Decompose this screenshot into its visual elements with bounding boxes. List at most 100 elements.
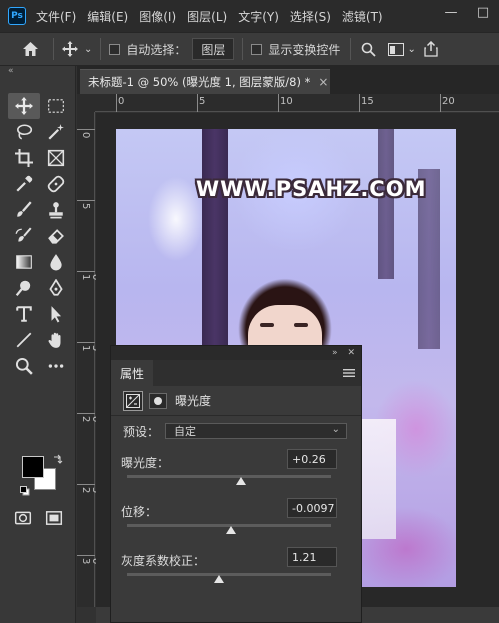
menu-select[interactable]: 选择(S) bbox=[290, 8, 331, 25]
ruler-corner bbox=[77, 94, 95, 112]
exposure-slider-track[interactable] bbox=[127, 475, 331, 478]
document-tab-bar: 未标题-1 @ 50% (曝光度 1, 图层蒙版/8) * × bbox=[77, 66, 499, 94]
menu-layer[interactable]: 图层(L) bbox=[187, 8, 227, 25]
gradient-icon bbox=[16, 255, 32, 269]
gamma-value-field[interactable]: 1.21 bbox=[287, 547, 337, 567]
document-tab-title: 未标题-1 @ 50% (曝光度 1, 图层蒙版/8) * bbox=[88, 75, 311, 89]
offset-value-field[interactable]: -0.0097 bbox=[287, 498, 337, 518]
zoom-tool[interactable] bbox=[8, 353, 40, 379]
horizontal-ruler[interactable]: 0 5 10 15 20 bbox=[95, 94, 499, 112]
history-brush-icon bbox=[15, 227, 32, 242]
vertical-ruler[interactable]: 0 5 1 0 1 5 2 0 2 5 3 0 bbox=[77, 112, 101, 607]
eyedropper-icon bbox=[16, 175, 33, 192]
brush-icon bbox=[17, 201, 32, 217]
crop-tool[interactable] bbox=[8, 145, 40, 171]
preset-label: 预设： bbox=[123, 424, 160, 439]
hand-tool[interactable] bbox=[40, 327, 72, 353]
menu-type[interactable]: 文字(Y) bbox=[238, 8, 279, 25]
screen-mode-icon bbox=[45, 511, 63, 525]
foreground-color-swatch[interactable] bbox=[22, 456, 44, 478]
show-transform-checkbox[interactable] bbox=[251, 43, 263, 55]
auto-select-target-dropdown[interactable]: 图层 bbox=[192, 38, 235, 60]
line-icon bbox=[16, 332, 32, 348]
collapse-panel-icon[interactable]: » bbox=[332, 348, 338, 358]
auto-select-checkbox[interactable] bbox=[109, 43, 121, 55]
offset-slider-thumb[interactable] bbox=[226, 526, 237, 534]
layer-mask-icon[interactable] bbox=[149, 392, 167, 409]
move-icon bbox=[15, 97, 33, 115]
line-tool[interactable] bbox=[8, 327, 40, 353]
path-selection-tool[interactable] bbox=[40, 301, 72, 327]
exposure-value-field[interactable]: +0.26 bbox=[287, 449, 337, 469]
menu-edit[interactable]: 编辑(E) bbox=[87, 8, 128, 25]
lasso-tool[interactable] bbox=[8, 119, 40, 145]
pen-tool[interactable] bbox=[40, 275, 72, 301]
marquee-icon bbox=[48, 99, 64, 113]
frame-tool[interactable] bbox=[40, 145, 72, 171]
zoom-icon bbox=[15, 357, 33, 375]
more-tools[interactable] bbox=[40, 353, 72, 379]
frame-icon bbox=[47, 149, 65, 167]
panel-menu-icon[interactable] bbox=[343, 367, 355, 381]
crop-icon bbox=[15, 149, 33, 167]
menu-filter[interactable]: 滤镜(T) bbox=[342, 8, 383, 25]
quick-mask-button[interactable] bbox=[11, 506, 35, 530]
gradient-tool[interactable] bbox=[8, 249, 40, 275]
type-icon bbox=[16, 306, 32, 322]
type-tool[interactable] bbox=[8, 301, 40, 327]
restore-button[interactable]: □ bbox=[467, 0, 499, 24]
bandage-icon bbox=[47, 175, 65, 193]
move-tool[interactable] bbox=[8, 93, 40, 119]
magic-wand-tool[interactable] bbox=[40, 119, 72, 145]
dodge-tool[interactable] bbox=[8, 275, 40, 301]
brush-tool[interactable] bbox=[8, 197, 40, 223]
close-panel-icon[interactable]: ✕ bbox=[347, 348, 355, 358]
preset-row: 预设： 自定 ⌄ bbox=[111, 416, 361, 446]
preset-dropdown[interactable]: 自定 ⌄ bbox=[165, 423, 348, 439]
options-separator bbox=[100, 38, 102, 60]
collapse-panel-icon[interactable]: « bbox=[0, 66, 75, 78]
properties-panel: » ✕ 属性 曝光度 预设： 自定 ⌄ 曝光度： +0.26 位移： -0.00… bbox=[110, 345, 362, 623]
document-tab[interactable]: 未标题-1 @ 50% (曝光度 1, 图层蒙版/8) * × bbox=[80, 69, 330, 94]
marquee-tool[interactable] bbox=[40, 93, 72, 119]
options-separator bbox=[242, 38, 244, 60]
move-tool-icon[interactable] bbox=[62, 41, 78, 57]
search-icon[interactable] bbox=[361, 42, 377, 57]
clone-stamp-tool[interactable] bbox=[40, 197, 72, 223]
auto-select-label: 自动选择： bbox=[126, 42, 187, 57]
panel-titlebar[interactable]: » ✕ bbox=[111, 346, 361, 360]
share-icon[interactable] bbox=[424, 41, 438, 57]
chevron-down-icon[interactable]: ⌄ bbox=[407, 44, 415, 55]
tab-properties[interactable]: 属性 bbox=[111, 360, 153, 386]
photoshop-logo: Ps bbox=[8, 7, 26, 25]
swap-colors-icon[interactable] bbox=[52, 454, 63, 465]
screen-mode-button[interactable] bbox=[42, 506, 66, 530]
healing-brush-tool[interactable] bbox=[40, 171, 72, 197]
eraser-tool[interactable] bbox=[40, 223, 72, 249]
menu-file[interactable]: 文件(F) bbox=[36, 8, 76, 25]
arrow-icon bbox=[51, 306, 62, 323]
menu-image[interactable]: 图像(I) bbox=[139, 8, 176, 25]
tree-trunk bbox=[378, 129, 394, 279]
offset-param: 位移： -0.0097 bbox=[111, 495, 361, 544]
minimize-button[interactable]: — bbox=[435, 0, 467, 24]
home-icon[interactable] bbox=[22, 41, 39, 57]
workspace-icon[interactable] bbox=[388, 42, 405, 56]
chevron-down-icon[interactable]: ⌄ bbox=[84, 44, 92, 55]
gamma-slider-track[interactable] bbox=[127, 573, 331, 576]
preset-value: 自定 bbox=[174, 425, 197, 438]
gamma-label: 灰度系数校正： bbox=[121, 554, 206, 568]
gamma-slider-thumb[interactable] bbox=[213, 575, 224, 583]
exposure-slider-thumb[interactable] bbox=[236, 477, 247, 485]
options-separator bbox=[350, 38, 352, 60]
color-swatches bbox=[20, 454, 64, 498]
exposure-adjustment-icon[interactable] bbox=[123, 390, 143, 411]
eyedropper-tool[interactable] bbox=[8, 171, 40, 197]
show-transform-label: 显示变换控件 bbox=[268, 42, 341, 57]
blur-tool[interactable] bbox=[40, 249, 72, 275]
eye bbox=[294, 323, 308, 327]
offset-label: 位移： bbox=[121, 505, 158, 519]
default-colors-icon[interactable] bbox=[20, 486, 31, 497]
close-icon[interactable]: × bbox=[318, 75, 328, 89]
history-brush-tool[interactable] bbox=[8, 223, 40, 249]
